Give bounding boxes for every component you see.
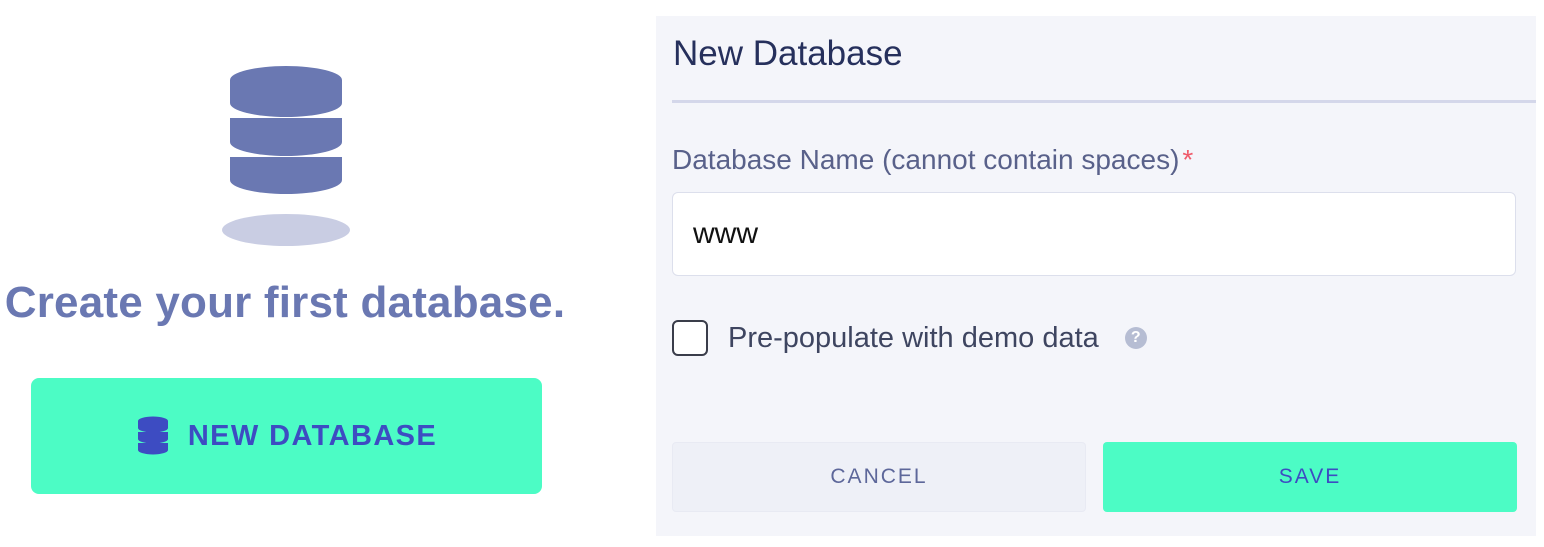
dialog-title: New Database — [673, 34, 903, 73]
new-database-dialog: New Database Database Name (cannot conta… — [656, 16, 1536, 536]
database-icon — [222, 66, 350, 246]
demo-data-checkbox[interactable] — [672, 320, 708, 356]
new-database-button-label: NEW DATABASE — [187, 419, 438, 452]
new-database-button[interactable]: NEW DATABASE — [31, 378, 542, 494]
cancel-button[interactable]: CANCEL — [672, 442, 1086, 512]
demo-data-row: Pre-populate with demo data ? — [672, 316, 1147, 360]
empty-state-title: Create your first database. — [4, 278, 566, 327]
screenshot-stage: Create your first database. NEW DATABASE… — [0, 0, 1544, 547]
demo-data-label: Pre-populate with demo data — [728, 321, 1099, 354]
database-name-label-text: Database Name (cannot contain spaces) — [672, 144, 1180, 175]
dialog-divider — [672, 100, 1536, 103]
question-circle-icon[interactable]: ? — [1124, 327, 1147, 349]
required-mark: * — [1182, 144, 1194, 175]
empty-state-panel: Create your first database. NEW DATABASE — [0, 0, 600, 547]
database-name-label: Database Name (cannot contain spaces) * — [672, 144, 1193, 176]
save-button[interactable]: SAVE — [1103, 442, 1517, 512]
database-icon — [137, 416, 168, 455]
database-name-input[interactable] — [672, 192, 1516, 276]
